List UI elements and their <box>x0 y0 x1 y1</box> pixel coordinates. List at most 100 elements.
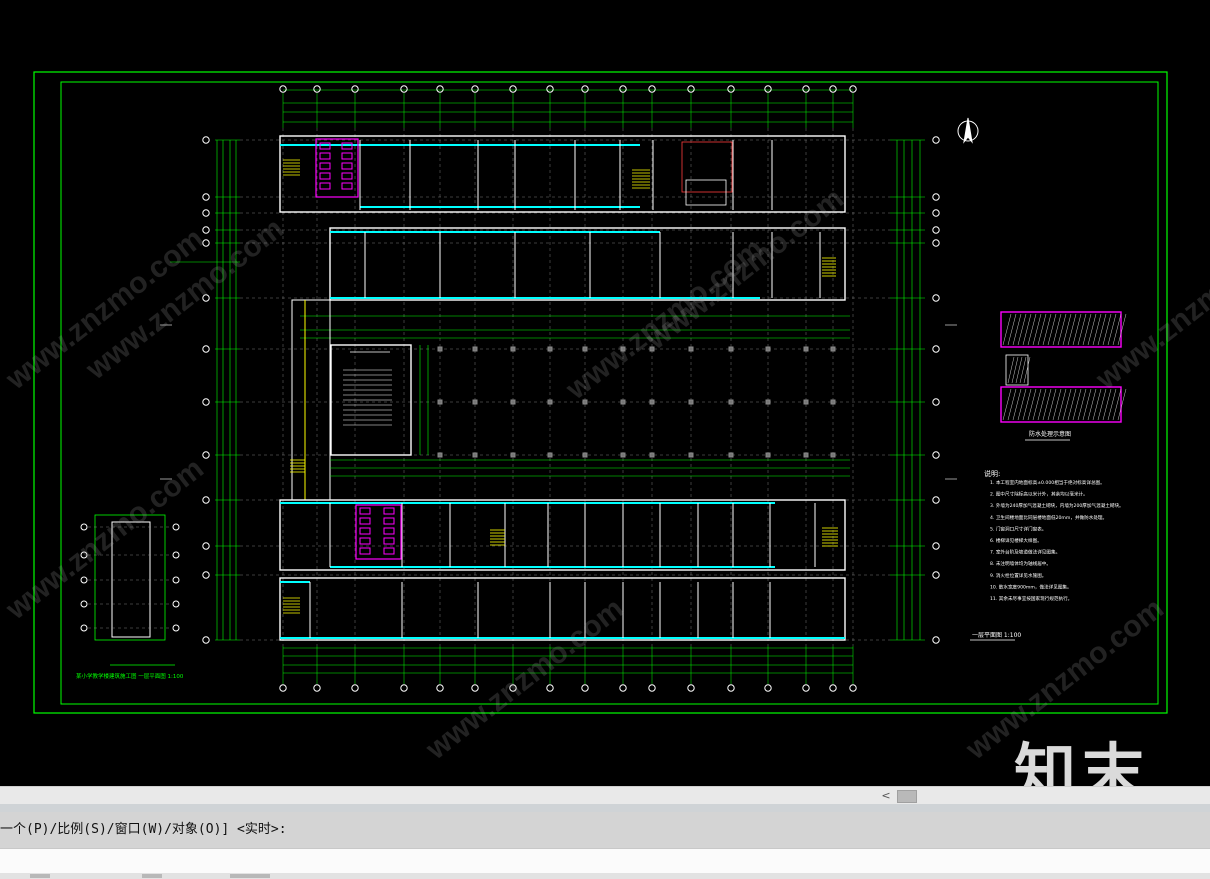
axis-bubble <box>202 136 210 144</box>
axis-bubble <box>849 85 857 93</box>
column-marker <box>688 452 694 458</box>
axis-bubble <box>932 209 940 217</box>
axis-bubble <box>932 451 940 459</box>
column-marker <box>547 346 553 352</box>
status-item[interactable] <box>30 874 50 878</box>
hatch-line <box>1067 388 1077 421</box>
axis-bubble <box>436 85 444 93</box>
command-line[interactable]: 一个(P)/比例(S)/窗口(W)/对象(O)] <实时>: <box>0 812 1210 848</box>
hatch-line <box>1057 313 1067 346</box>
toilet-fixture <box>319 182 331 190</box>
toilet-fixture <box>359 527 371 535</box>
axis-bubble <box>932 294 940 302</box>
command-prompt-text: 一个(P)/比例(S)/窗口(W)/对象(O)] <实时>: <box>0 822 287 837</box>
column-marker <box>688 399 694 405</box>
hatch-line <box>1092 388 1102 421</box>
hatch-line <box>1117 313 1127 346</box>
hatch-line <box>1067 313 1077 346</box>
axis-bubble <box>581 684 589 692</box>
room-outline <box>685 179 727 206</box>
axis-bubble <box>687 85 695 93</box>
axis-bubble <box>727 85 735 93</box>
hatch-line <box>1042 388 1052 421</box>
hatch-line <box>1097 313 1107 346</box>
hatch-line <box>1082 388 1092 421</box>
axis-bubble <box>764 85 772 93</box>
scroll-thumb[interactable] <box>897 790 917 803</box>
axis-bubble <box>202 345 210 353</box>
hatch-line <box>1092 313 1102 346</box>
hatch-line <box>1072 388 1082 421</box>
detail-title: 某小学教学楼建筑施工图 一层平面图 1:100 <box>76 672 184 680</box>
column-marker <box>765 452 771 458</box>
hatch-line <box>1077 313 1087 346</box>
floor-plan-drawing: 某小学教学楼建筑施工图 一层平面图 1:100 防水处理示意图说明:1. 本工程室… <box>33 71 1168 714</box>
building-wall-upper-north <box>279 135 846 213</box>
axis-bubble <box>648 684 656 692</box>
note-line: 5. 门窗洞口尺寸详门窗表。 <box>990 525 1046 532</box>
toilet-fixture <box>341 172 353 180</box>
axis-bubble <box>932 636 940 644</box>
room-outline-red <box>681 141 733 193</box>
hatch-line <box>1032 313 1042 346</box>
axis-bubble <box>400 85 408 93</box>
detail-title: 防水处理示意图 <box>1029 430 1071 438</box>
axis-bubble <box>932 571 940 579</box>
column-marker <box>510 452 516 458</box>
axis-bubble <box>80 624 88 632</box>
hatch-line <box>1012 388 1022 421</box>
column-marker <box>765 346 771 352</box>
axis-bubble <box>932 398 940 406</box>
horizontal-scrollbar[interactable]: < <box>0 786 1210 805</box>
axis-bubble <box>202 193 210 201</box>
hatch-line <box>1022 388 1032 421</box>
axis-bubble <box>172 576 180 584</box>
note-line: 6. 楼梯详见楼梯大样图。 <box>990 537 1042 544</box>
hatch-line <box>1017 313 1027 346</box>
column-marker <box>803 399 809 405</box>
axis-bubble <box>546 684 554 692</box>
axis-bubble <box>619 684 627 692</box>
axis-bubble <box>932 136 940 144</box>
axis-bubble <box>436 684 444 692</box>
toilet-fixture <box>359 507 371 515</box>
axis-bubble <box>471 85 479 93</box>
axis-bubble <box>202 398 210 406</box>
status-item[interactable] <box>142 874 162 878</box>
column-marker <box>437 346 443 352</box>
toilet-fixture <box>359 547 371 555</box>
axis-bubble <box>313 684 321 692</box>
hatch-line <box>1097 388 1107 421</box>
toilet-fixture <box>319 152 331 160</box>
note-line: 9. 消火栓位置详见水施图。 <box>990 572 1046 579</box>
scroll-left-icon[interactable]: < <box>877 788 895 803</box>
axis-bubble <box>172 624 180 632</box>
hatch-line <box>1047 388 1057 421</box>
hatch-line <box>1012 313 1022 346</box>
column-marker <box>582 452 588 458</box>
column-marker <box>830 399 836 405</box>
status-item[interactable] <box>230 874 270 878</box>
axis-bubble <box>80 600 88 608</box>
column-marker <box>728 452 734 458</box>
command-input[interactable] <box>0 848 1210 874</box>
hatch-line <box>1112 313 1122 346</box>
note-line: 10. 散水宽度900mm，做法详见图集。 <box>990 583 1072 590</box>
hatch-line <box>1087 388 1097 421</box>
axis-bubble <box>172 551 180 559</box>
axis-bubble <box>279 684 287 692</box>
axis-bubble <box>351 85 359 93</box>
hatch-line <box>1082 313 1092 346</box>
hatch-line <box>1002 388 1012 421</box>
toilet-fixture <box>319 172 331 180</box>
note-line: 1. 本工程室内地面标高±0.000相当于绝对标高详总图。 <box>990 479 1105 486</box>
column-marker <box>620 452 626 458</box>
hatch-line <box>1102 313 1112 346</box>
axis-bubble <box>313 85 321 93</box>
drawing-canvas[interactable]: 某小学教学楼建筑施工图 一层平面图 1:100 防水处理示意图 说明: 1. 本工程室… <box>0 0 1210 786</box>
panel-divider[interactable] <box>0 804 1210 812</box>
hatch-line <box>1027 388 1037 421</box>
axis-bubble <box>932 496 940 504</box>
hatch-line <box>1027 313 1037 346</box>
toilet-fixture <box>359 537 371 545</box>
